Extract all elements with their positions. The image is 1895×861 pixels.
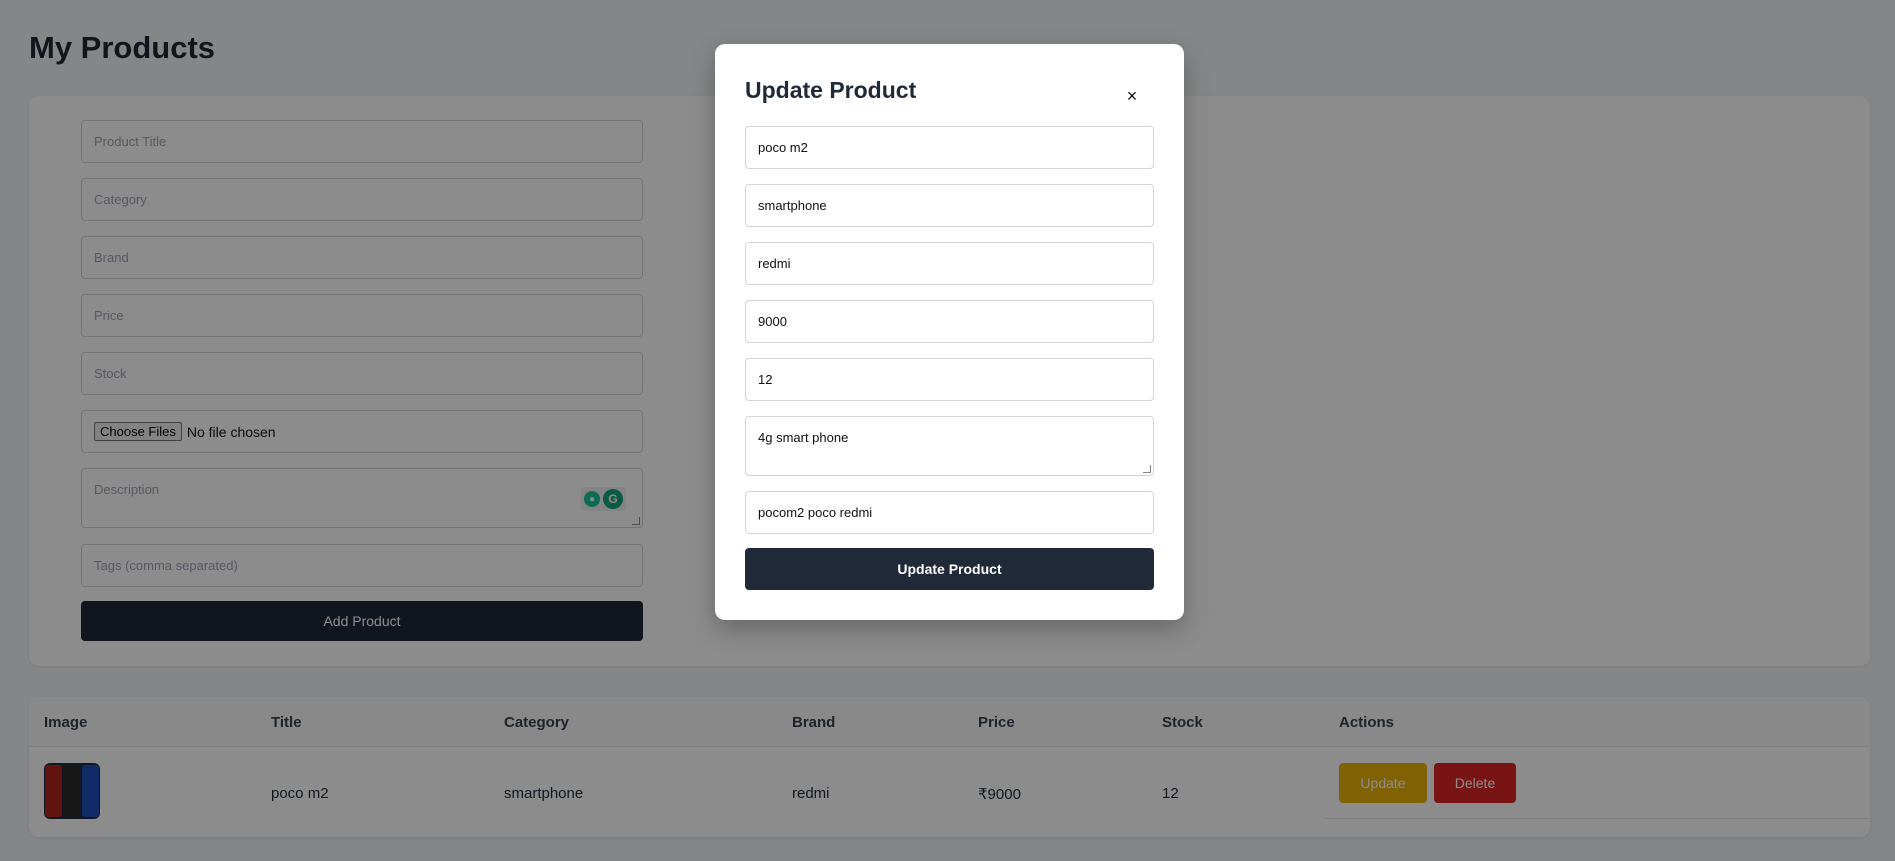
modal-title: Update Product — [745, 77, 917, 103]
modal-stock-input[interactable]: 12 — [745, 358, 1154, 401]
close-icon[interactable]: × — [1120, 84, 1144, 108]
modal-description-input[interactable]: 4g smart phone — [745, 416, 1154, 476]
modal-price-input[interactable]: 9000 — [745, 300, 1154, 343]
modal-category-input[interactable]: smartphone — [745, 184, 1154, 227]
modal-description-text: 4g smart phone — [758, 430, 849, 445]
modal-brand-input[interactable]: redmi — [745, 242, 1154, 285]
modal-title-input[interactable]: poco m2 — [745, 126, 1154, 169]
update-product-modal: Update Product × poco m2 smartphone redm… — [715, 44, 1184, 620]
resize-handle-icon[interactable] — [1143, 465, 1151, 473]
modal-tags-input[interactable]: pocom2 poco redmi — [745, 491, 1154, 534]
update-product-button[interactable]: Update Product — [745, 548, 1154, 590]
